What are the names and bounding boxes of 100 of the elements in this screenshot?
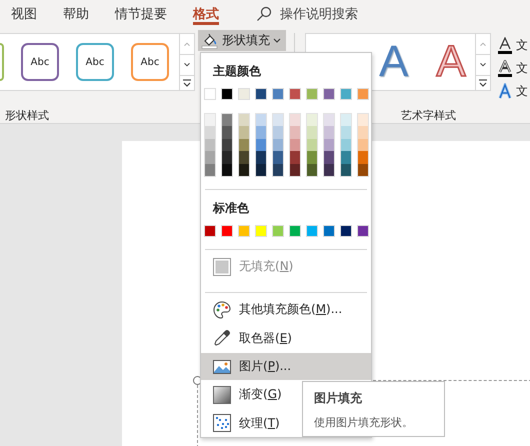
shape-fill-button[interactable]: 形状填充 xyxy=(198,30,286,51)
color-swatch[interactable] xyxy=(357,224,369,237)
color-swatch[interactable] xyxy=(341,164,351,176)
color-swatch[interactable] xyxy=(272,224,284,237)
color-swatch[interactable] xyxy=(273,114,283,126)
color-swatch[interactable] xyxy=(222,151,232,164)
color-swatch[interactable] xyxy=(221,88,233,100)
color-swatch[interactable] xyxy=(272,88,284,100)
color-swatch[interactable] xyxy=(239,114,249,126)
color-swatch[interactable] xyxy=(341,138,351,152)
no-fill-icon xyxy=(213,258,231,276)
color-swatch[interactable] xyxy=(238,224,250,237)
color-swatch[interactable] xyxy=(239,126,249,139)
color-swatch[interactable] xyxy=(256,164,266,176)
color-swatch[interactable] xyxy=(222,126,232,139)
ribbon-tab[interactable]: 视图 xyxy=(2,0,46,27)
group-label: 形状样式 xyxy=(4,108,50,123)
color-swatch[interactable] xyxy=(341,114,351,126)
color-swatch[interactable] xyxy=(256,151,266,164)
color-swatch[interactable] xyxy=(256,114,266,126)
text-outline-icon[interactable] xyxy=(497,60,513,78)
color-swatch[interactable] xyxy=(204,88,216,100)
color-swatch[interactable] xyxy=(357,88,369,100)
color-swatch[interactable] xyxy=(290,138,300,152)
texture-icon xyxy=(213,414,231,432)
command-label[interactable]: 文 xyxy=(516,83,528,100)
color-swatch[interactable] xyxy=(290,151,300,164)
color-swatch[interactable] xyxy=(358,151,368,164)
color-swatch[interactable] xyxy=(205,138,215,152)
color-swatch[interactable] xyxy=(222,114,232,126)
color-swatch[interactable] xyxy=(323,88,335,100)
ribbon-tab[interactable]: 帮助 xyxy=(54,0,98,27)
shape-style-thumbnail[interactable]: Abc xyxy=(21,43,59,81)
color-swatch[interactable] xyxy=(273,138,283,152)
text-effects-icon[interactable] xyxy=(497,82,513,100)
color-swatch[interactable] xyxy=(256,138,266,152)
color-swatch[interactable] xyxy=(306,88,318,100)
color-swatch[interactable] xyxy=(358,138,368,152)
ribbon-tab[interactable]: 情节提要 xyxy=(106,0,176,27)
color-swatch[interactable] xyxy=(239,151,249,164)
menu-item[interactable]: 取色器(E) xyxy=(201,324,371,352)
shape-style-thumbnail[interactable] xyxy=(0,43,4,81)
ribbon-tab[interactable]: 格式 xyxy=(184,0,228,27)
wordart-style[interactable]: A xyxy=(379,40,408,84)
search-icon[interactable] xyxy=(256,6,272,22)
color-swatch[interactable] xyxy=(290,114,300,126)
paint-bucket-icon xyxy=(201,32,219,48)
color-swatch[interactable] xyxy=(290,126,300,139)
color-swatch[interactable] xyxy=(256,126,266,139)
color-swatch[interactable] xyxy=(358,126,368,139)
caret-icon xyxy=(273,38,281,44)
color-swatch[interactable] xyxy=(340,224,352,237)
color-swatch[interactable] xyxy=(307,126,317,139)
color-swatch[interactable] xyxy=(273,164,283,176)
color-swatch[interactable] xyxy=(323,224,335,237)
color-swatch[interactable] xyxy=(307,138,317,152)
color-swatch[interactable] xyxy=(238,88,250,100)
color-swatch[interactable] xyxy=(307,164,317,176)
color-swatch[interactable] xyxy=(255,88,267,100)
color-swatch[interactable] xyxy=(273,126,283,139)
color-swatch[interactable] xyxy=(239,138,249,152)
color-swatch[interactable] xyxy=(307,151,317,164)
section-heading: 标准色 xyxy=(212,200,250,217)
color-swatch[interactable] xyxy=(324,151,334,164)
color-swatch[interactable] xyxy=(289,224,301,237)
text-fill-icon[interactable] xyxy=(497,36,513,54)
color-swatch[interactable] xyxy=(324,126,334,139)
menu-item[interactable]: 图片(P)... xyxy=(201,352,371,380)
color-swatch[interactable] xyxy=(324,164,334,176)
color-swatch[interactable] xyxy=(255,224,267,237)
color-swatch[interactable] xyxy=(290,164,300,176)
color-swatch[interactable] xyxy=(289,88,301,100)
command-label[interactable]: 文 xyxy=(516,37,528,54)
color-swatch[interactable] xyxy=(306,224,318,237)
color-swatch[interactable] xyxy=(324,114,334,126)
color-swatch[interactable] xyxy=(340,88,352,100)
color-swatch[interactable] xyxy=(222,164,232,176)
color-swatch[interactable] xyxy=(324,138,334,152)
color-swatch[interactable] xyxy=(358,164,368,176)
command-label[interactable]: 文 xyxy=(516,60,528,77)
color-swatch[interactable] xyxy=(204,224,216,237)
eyedropper-icon xyxy=(213,329,231,348)
color-swatch[interactable] xyxy=(205,151,215,164)
menu-item[interactable]: 其他填充颜色(M)... xyxy=(201,296,371,324)
color-swatch[interactable] xyxy=(239,164,249,176)
section-heading: 主题颜色 xyxy=(212,63,262,80)
color-swatch[interactable] xyxy=(273,151,283,164)
color-swatch[interactable] xyxy=(205,164,215,176)
color-swatch[interactable] xyxy=(341,126,351,139)
color-swatch[interactable] xyxy=(222,138,232,152)
color-swatch[interactable] xyxy=(205,126,215,139)
color-swatch[interactable] xyxy=(221,224,233,237)
shape-style-thumbnail[interactable]: Abc xyxy=(76,43,114,81)
color-swatch[interactable] xyxy=(205,114,215,126)
color-swatch[interactable] xyxy=(307,114,317,126)
palette-icon xyxy=(213,300,231,319)
shape-style-thumbnail[interactable]: Abc xyxy=(131,43,169,81)
color-swatch[interactable] xyxy=(341,151,351,164)
search-field[interactable]: 操作说明搜索 xyxy=(280,4,358,22)
color-swatch[interactable] xyxy=(358,114,368,126)
